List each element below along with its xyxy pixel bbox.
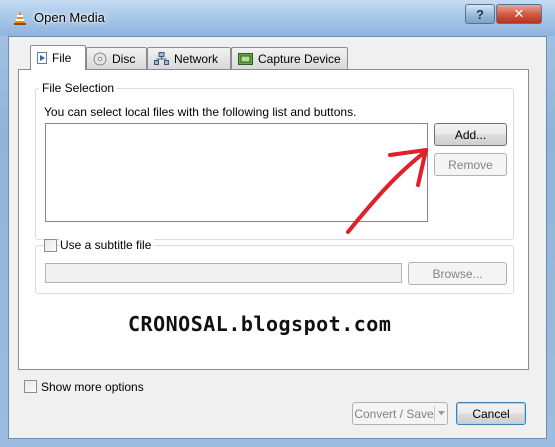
subtitle-path-field[interactable] [45,263,402,283]
convert-save-button[interactable]: Convert / Save [352,402,448,425]
cancel-button-label: Cancel [472,406,510,421]
add-button-label: Add... [454,127,487,142]
close-button[interactable]: ✕ [496,4,542,24]
subtitle-checkbox-label: Use a subtitle file [60,238,155,252]
subtitle-checkbox[interactable] [44,239,57,252]
title-bar[interactable]: Open Media ? ✕ [0,0,555,36]
convert-save-label: Convert / Save [354,406,434,421]
tab-disc-label: Disc [112,51,136,66]
browse-button-label: Browse... [432,266,483,281]
help-button[interactable]: ? [465,4,495,24]
disc-icon [93,52,107,65]
cancel-button[interactable]: Cancel [456,402,526,425]
browse-button[interactable]: Browse... [408,262,507,285]
window-title: Open Media [34,10,105,25]
tab-capture-device-label: Capture Device [258,51,341,66]
annotation-arrow-icon [346,148,428,234]
tab-file-label: File [52,51,72,65]
add-button[interactable]: Add... [434,123,507,146]
vlc-cone-icon [14,11,26,25]
tab-network-label: Network [174,51,219,66]
network-icon [154,52,169,65]
file-selection-hint: You can select local files with the foll… [44,105,357,119]
show-more-options-checkbox[interactable] [24,380,37,393]
chevron-down-icon[interactable] [438,411,445,416]
remove-button[interactable]: Remove [434,153,507,176]
file-selection-legend: File Selection [39,81,118,95]
capture-device-icon [238,52,253,65]
remove-button-label: Remove [448,157,493,172]
help-icon: ? [476,6,484,22]
close-icon: ✕ [513,6,525,21]
file-play-icon [37,52,47,64]
tab-capture-device[interactable]: Capture Device [231,47,348,69]
watermark-text: CRONOSAL.blogspot.com [128,312,392,336]
split-separator [434,406,435,421]
tab-file[interactable]: File [30,45,86,70]
tab-disc[interactable]: Disc [86,47,147,69]
tab-network[interactable]: Network [147,47,231,69]
show-more-options-label: Show more options [41,380,144,394]
